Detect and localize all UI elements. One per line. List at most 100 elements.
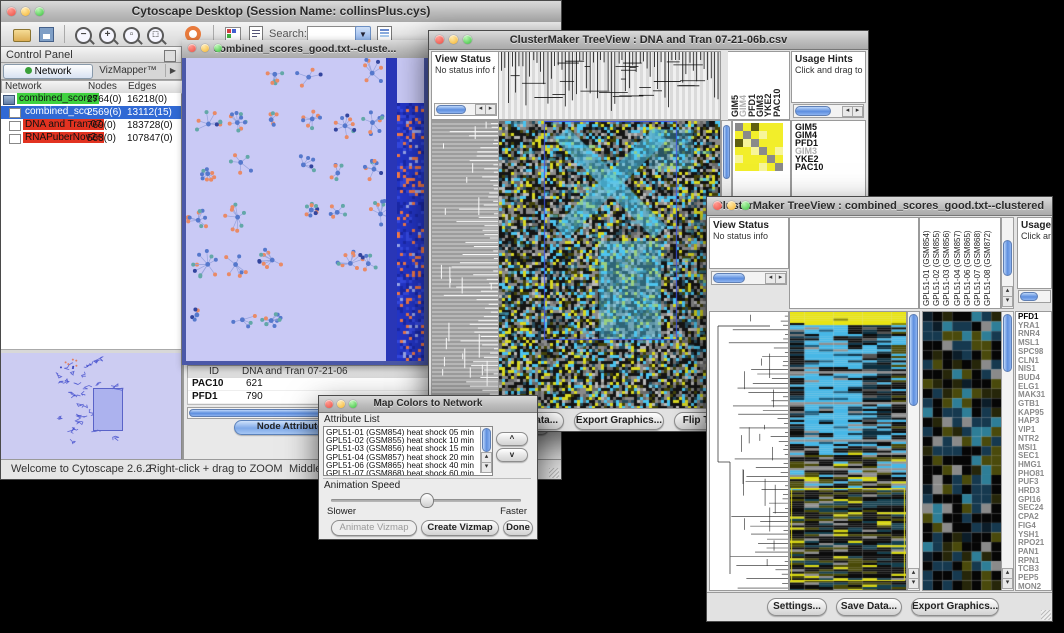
create-vizmap-button[interactable]: Create Vizmap <box>421 520 499 536</box>
tv1-column-dendrogram[interactable] <box>498 51 721 120</box>
attribute-list-item[interactable]: GPL51-03 (GSM856) heat shock 15 min <box>326 444 479 452</box>
close-icon[interactable] <box>435 35 444 44</box>
zoom-window-icon[interactable] <box>35 7 44 16</box>
minimize-icon[interactable] <box>449 35 458 44</box>
tv2-column-label[interactable]: GPL51-08 (GSM872) <box>983 220 992 306</box>
open-icon[interactable] <box>13 25 33 43</box>
tv2-column-label[interactable]: GPL51-02 (GSM855) <box>932 220 941 306</box>
scroll-down-icon[interactable]: ▾ <box>481 462 492 473</box>
tab-overflow-icon[interactable]: ▶ <box>165 64 180 77</box>
matrix-cell <box>759 139 767 147</box>
col-header-network[interactable]: Network <box>1 80 90 94</box>
scroll-down-icon[interactable]: ▾ <box>1002 296 1013 307</box>
attribute-list-item[interactable]: GPL51-01 (GSM854) heat shock 05 min <box>326 428 479 436</box>
zoom-window-icon[interactable] <box>349 400 357 408</box>
tv2-column-label[interactable]: GPL51-07 (GSM868) <box>973 220 982 306</box>
tv2-hints-hscrollbar[interactable] <box>1018 290 1051 303</box>
tv2-global-heatmap[interactable] <box>789 311 907 591</box>
network-view-titlebar[interactable]: combined_scores_good.txt--cluste... <box>182 40 428 59</box>
tv1-status-hscrollbar[interactable]: ◂ ▸ <box>434 103 497 116</box>
scroll-down-icon[interactable]: ▾ <box>908 578 919 589</box>
tv2-gene-label[interactable]: MON2 <box>1018 583 1051 591</box>
scroll-right-icon[interactable]: ▸ <box>485 104 496 115</box>
minimize-icon[interactable] <box>337 400 345 408</box>
scroll-right-icon[interactable]: ▸ <box>775 273 786 284</box>
overview-viewport-rect[interactable] <box>93 388 123 431</box>
zoom-fit-icon[interactable]: ⬚ <box>147 27 167 45</box>
tv2-column-label[interactable]: GPL51-04 (GSM857) <box>953 220 962 306</box>
col-header-nodes[interactable]: Nodes <box>85 80 129 94</box>
done-button[interactable]: Done <box>503 520 533 536</box>
attribute-list-vscrollbar[interactable]: ▴ ▾ <box>480 427 492 473</box>
tv1-hints-hscrollbar[interactable]: ◂ ▸ <box>793 104 864 118</box>
tv2-column-label[interactable]: GPL51-01 (GSM854) <box>922 220 931 306</box>
tv2-zoom-vscrollbar[interactable]: ▴ ▾ <box>1001 311 1014 591</box>
scroll-down-icon[interactable]: ▾ <box>1002 578 1013 589</box>
close-icon[interactable] <box>7 7 16 16</box>
tv1-export-graphics-button[interactable]: Export Graphics... <box>574 412 664 430</box>
group-divider <box>323 478 531 479</box>
network-table-row[interactable]: combined_scores2764(0)16218(0) <box>1 93 181 106</box>
tv1-column-label[interactable]: PAC10 <box>772 54 782 117</box>
main-titlebar[interactable]: Cytoscape Desktop (Session Name: collins… <box>1 1 561 23</box>
zoom-out-icon[interactable]: − <box>75 27 95 45</box>
animation-speed-slider-thumb[interactable] <box>420 493 434 508</box>
resize-grip[interactable] <box>1041 610 1051 620</box>
tv2-export-graphics-button[interactable]: Export Graphics... <box>911 598 999 616</box>
tv2-status-hscrollbar[interactable]: ◂ ▸ <box>711 271 787 285</box>
scroll-right-icon[interactable]: ▸ <box>852 106 863 117</box>
matrix-cell <box>735 123 743 131</box>
tv2-save-data-button[interactable]: Save Data... <box>836 598 902 616</box>
tab-network[interactable]: Network <box>3 64 93 79</box>
close-icon[interactable] <box>713 201 722 210</box>
treeview1-titlebar[interactable]: ClusterMaker TreeView : DNA and Tran 07-… <box>429 31 868 50</box>
attribute-list-item[interactable]: GPL51-04 (GSM857) heat shock 20 min <box>326 453 479 461</box>
network-edges: 13112(15) <box>127 107 172 118</box>
tv2-row-dendrogram[interactable] <box>709 311 789 591</box>
minimize-icon[interactable] <box>727 201 736 210</box>
tv1-zoom-heatmap[interactable] <box>735 123 783 171</box>
dialog-titlebar[interactable]: Map Colors to Network <box>319 396 537 413</box>
zoom-window-icon[interactable] <box>463 35 472 44</box>
tv2-heatmap-vscrollbar[interactable]: ▴ ▾ <box>907 311 920 591</box>
zoom-selected-icon[interactable]: ▫ <box>123 27 143 45</box>
network-overview-panel[interactable] <box>1 353 181 459</box>
zoom-in-icon[interactable]: + <box>99 27 119 45</box>
treeview2-titlebar[interactable]: ClusterMaker TreeView : combined_scores_… <box>707 197 1052 216</box>
tv1-global-heatmap[interactable] <box>498 120 721 411</box>
attribute-listbox[interactable]: GPL51-01 (GSM854) heat shock 05 minGPL51… <box>323 426 493 476</box>
tv2-usage-hints-info: Click and <box>1018 231 1051 241</box>
zoom-window-icon[interactable] <box>741 201 750 210</box>
network-view-window: combined_scores_good.txt--cluste... <box>182 40 428 365</box>
tv2-settings-button[interactable]: Settings... <box>767 598 827 616</box>
col-header-edges[interactable]: Edges <box>125 80 184 94</box>
tv1-row-label[interactable]: PAC10 <box>795 163 865 171</box>
attribute-list-item[interactable]: GPL51-07 (GSM868) heat shock 60 min <box>326 469 479 476</box>
network-table-row[interactable]: DNA and Tran 07769(0)183728(0) <box>1 119 181 132</box>
move-up-button[interactable]: ^ <box>496 432 528 446</box>
attribute-list-item[interactable]: GPL51-02 (GSM855) heat shock 10 min <box>326 436 479 444</box>
data-col-id[interactable]: ID <box>187 365 241 379</box>
tv1-row-dendrogram[interactable] <box>431 120 500 411</box>
save-icon[interactable] <box>39 25 59 43</box>
animate-vizmap-button[interactable]: Animate Vizmap <box>331 520 417 536</box>
minimize-icon[interactable] <box>21 7 30 16</box>
tv1-view-status-info: No status info f <box>432 65 499 75</box>
move-down-button[interactable]: v <box>496 448 528 462</box>
tv2-column-label[interactable]: GPL51-06 (GSM865) <box>963 220 972 306</box>
toolbar-separator <box>64 25 65 43</box>
tab-vizmapper[interactable]: VizMapper™ <box>95 64 161 77</box>
float-panel-icon[interactable] <box>164 50 176 62</box>
tv2-labels-vscrollbar[interactable]: ▴ ▾ <box>1001 217 1014 309</box>
matrix-cell <box>751 155 759 163</box>
zoom-window-icon[interactable] <box>214 44 222 52</box>
network-table-row[interactable]: RNAPuberNov2+563(0)107847(0) <box>1 132 181 145</box>
minimize-icon[interactable] <box>201 44 209 52</box>
attribute-list-item[interactable]: GPL51-06 (GSM865) heat shock 40 min <box>326 461 479 469</box>
resize-grip[interactable] <box>549 468 559 478</box>
tv2-zoom-heatmap[interactable] <box>922 311 1002 591</box>
network-table-row[interactable]: combined_sco2569(6)13112(15) <box>1 106 181 119</box>
close-icon[interactable] <box>188 44 196 52</box>
tv2-column-label[interactable]: GPL51-03 (GSM856) <box>942 220 951 306</box>
close-icon[interactable] <box>325 400 333 408</box>
